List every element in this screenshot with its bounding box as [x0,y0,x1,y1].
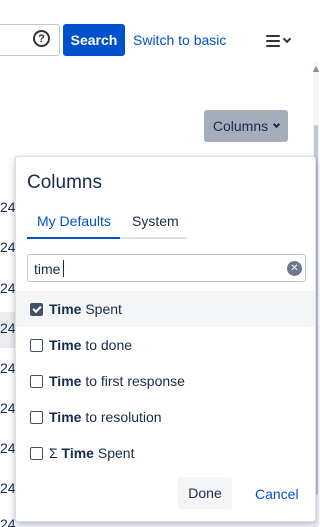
clear-icon[interactable]: ✕ [287,261,302,276]
text-caret [63,260,64,277]
checkbox[interactable] [30,374,43,388]
chevron-down-icon [273,120,281,129]
tab-system[interactable]: System [132,213,179,229]
column-option[interactable]: Time to first response [16,363,315,399]
checkbox-checked[interactable] [30,302,43,316]
checkbox[interactable] [30,446,43,460]
jql-search-input[interactable] [0,24,60,56]
column-option-label: Time to first response [49,373,185,389]
tab-my-defaults[interactable]: My Defaults [37,213,111,229]
scroll-up-arrow-icon[interactable] [313,66,319,72]
columns-button-label: Columns [212,118,269,134]
cancel-link[interactable]: Cancel [255,486,299,502]
done-button[interactable]: Done [178,477,232,509]
table-cell-fragment: 24 [0,440,16,456]
switch-to-basic-link[interactable]: Switch to basic [133,32,226,48]
column-filter-input[interactable]: time ✕ [27,254,306,282]
active-tab-indicator [27,237,120,239]
help-icon[interactable]: ? [33,30,50,47]
table-cell-fragment: 24 [0,320,16,336]
column-option[interactable]: Σ Time Spent [16,435,315,471]
column-option[interactable]: Time to done [16,327,315,363]
table-cell-fragment: 24 [0,516,16,527]
columns-tabs: My Defaults System [27,209,187,239]
columns-button[interactable]: Columns [204,110,288,142]
chevron-down-icon [282,34,292,44]
column-option[interactable]: Time Spent [16,291,315,327]
column-filter-value: time [34,261,61,277]
table-cell-fragment: 24 [0,480,16,496]
columns-panel: Columns My Defaults System time ✕ Time S… [15,156,316,522]
more-menu-button[interactable] [266,33,298,49]
table-cell-fragment: 24 [0,400,16,416]
table-cell-fragment: 24 [0,239,16,255]
column-option-label: Time to done [49,337,133,353]
column-option-label: Time to resolution [49,409,162,425]
column-option-label: Time Spent [49,301,122,317]
checkbox[interactable] [30,338,43,352]
search-button[interactable]: Search [63,24,125,56]
checkbox[interactable] [30,410,43,424]
column-option-label: Σ Time Spent [49,445,135,461]
column-option[interactable]: Time to resolution [16,399,315,435]
panel-title: Columns [27,172,102,193]
table-cell-fragment: 24 [0,280,16,296]
hamburger-menu-icon [266,35,280,47]
table-cell-fragment: 24 [0,360,16,376]
table-cell-fragment: 24 [0,199,16,215]
